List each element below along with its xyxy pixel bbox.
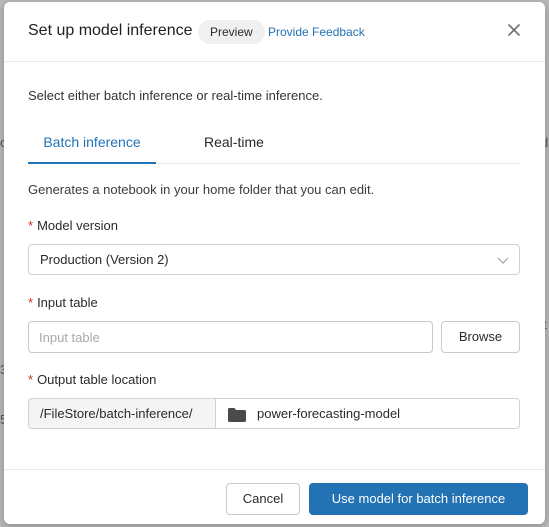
model-version-label: * Model version [28,218,118,233]
output-table-value: power-forecasting-model [257,406,401,421]
tab-real-time[interactable]: Real-time [204,127,268,164]
batch-description: Generates a notebook in your home folder… [28,182,375,197]
model-version-label-text: Model version [37,218,118,233]
preview-badge: Preview [198,20,265,44]
chevron-down-icon [497,257,509,264]
required-marker: * [28,295,34,310]
required-marker: * [28,372,34,387]
dialog-intro: Select either batch inference or real-ti… [28,88,323,103]
input-table-label: * Input table [28,295,98,310]
dialog-footer: Cancel Use model for batch inference [4,469,545,524]
tab-batch-inference[interactable]: Batch inference [28,127,156,164]
output-location-label: * Output table location [28,372,156,387]
output-table-field[interactable]: power-forecasting-model [215,398,520,429]
cancel-button[interactable]: Cancel [226,483,300,515]
inference-setup-dialog: Set up model inference Preview Provide F… [4,2,545,524]
required-marker: * [28,218,34,233]
provide-feedback-link[interactable]: Provide Feedback [268,25,365,39]
model-version-select[interactable]: Production (Version 2) [28,244,520,275]
inference-tabs: Batch inference Real-time [28,127,520,164]
close-icon[interactable] [507,23,521,37]
output-location-label-text: Output table location [37,372,157,387]
model-version-value: Production (Version 2) [40,252,169,267]
use-model-button[interactable]: Use model for batch inference [309,483,528,515]
dialog-title: Set up model inference [28,22,193,39]
output-path-prefix: /FileStore/batch-inference/ [28,398,216,429]
folder-icon [228,408,246,422]
input-table-field[interactable] [28,321,433,353]
browse-button[interactable]: Browse [441,321,520,353]
dialog-header: Set up model inference Preview Provide F… [4,2,545,62]
input-table-label-text: Input table [37,295,98,310]
